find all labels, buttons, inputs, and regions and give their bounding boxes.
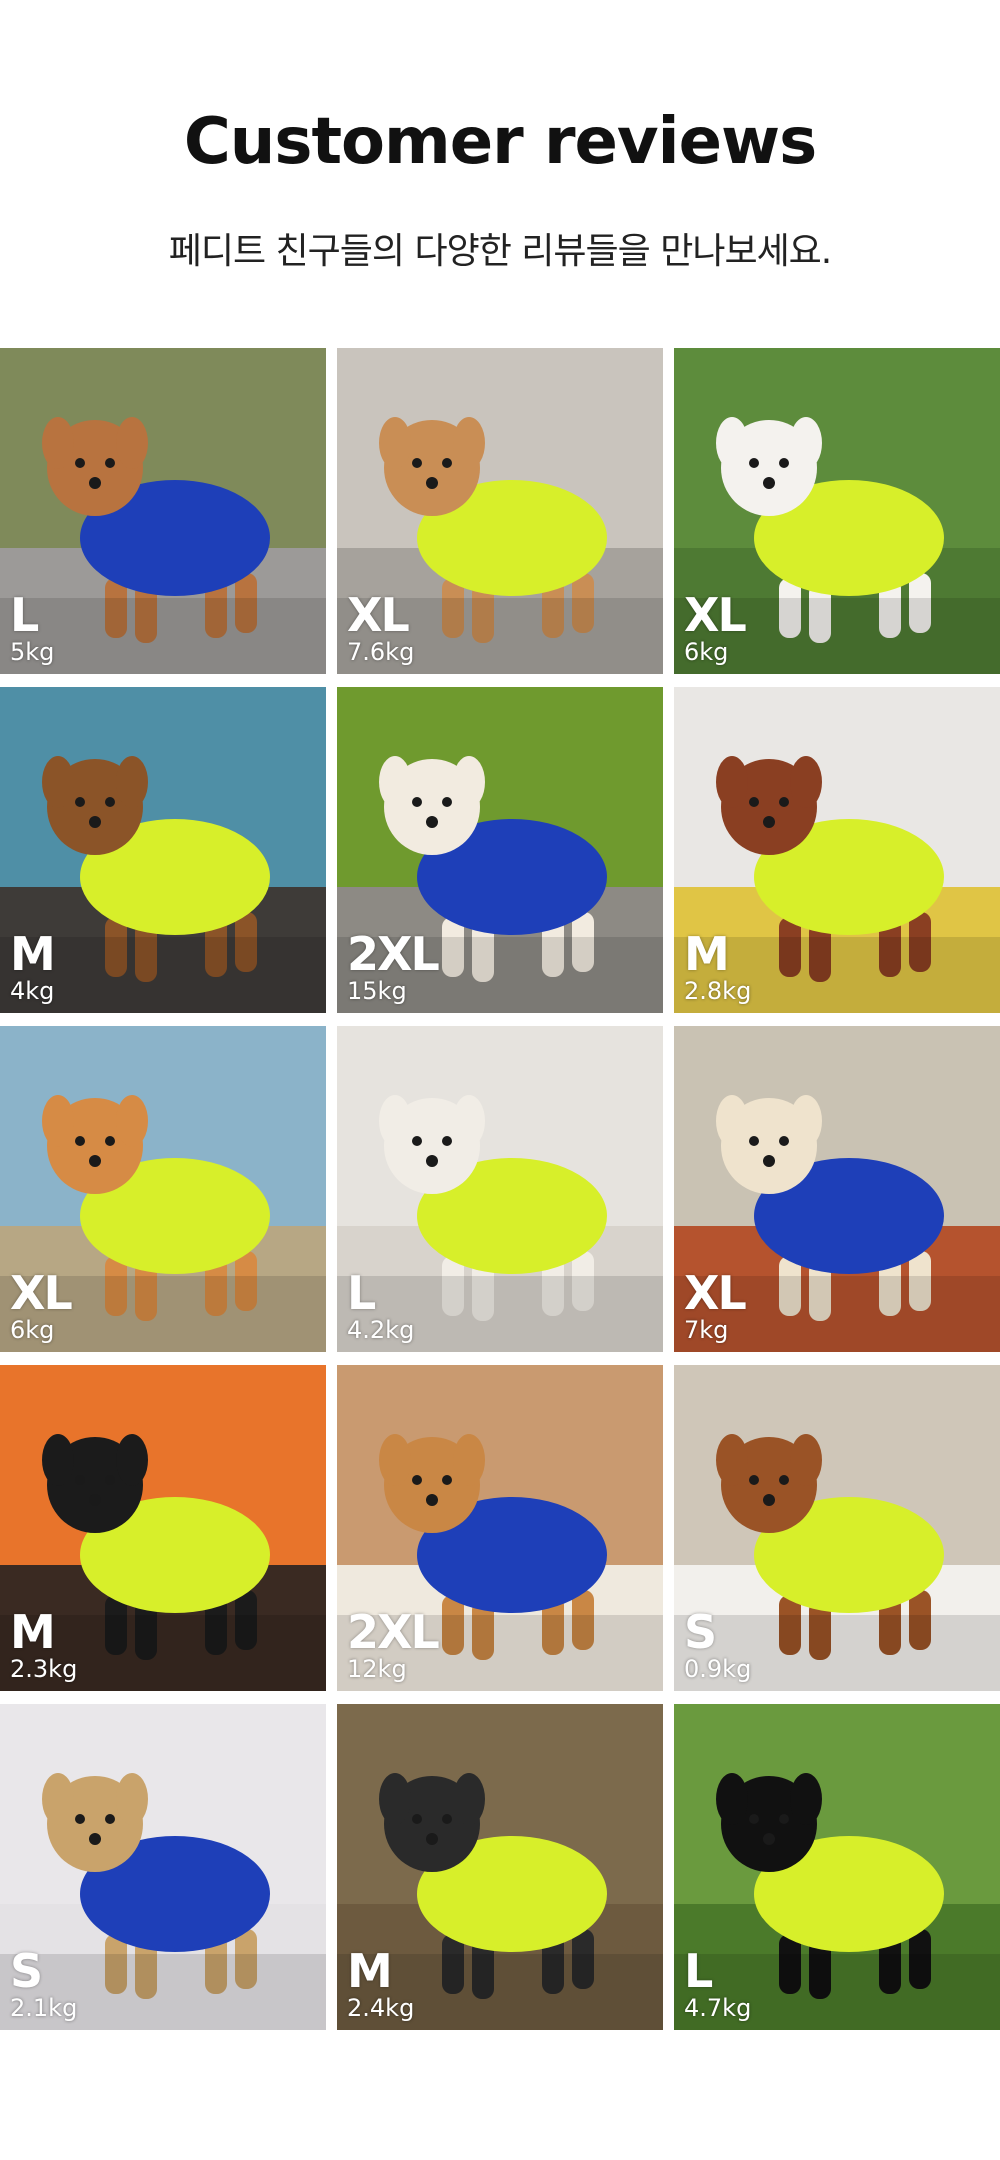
weight-label: 2.8kg <box>684 977 752 1005</box>
dog-photo <box>0 348 326 674</box>
dog-photo <box>674 1704 1000 2030</box>
review-photo-tile[interactable]: S 0.9kg <box>674 1365 1000 1691</box>
review-photo-tile[interactable]: S 2.1kg <box>0 1704 326 2030</box>
weight-label: 5kg <box>10 638 55 666</box>
dog-photo <box>674 1365 1000 1691</box>
weight-label: 4kg <box>10 977 55 1005</box>
page-title: Customer reviews <box>183 105 817 179</box>
weight-label: 2.1kg <box>10 1994 78 2022</box>
size-label: L <box>684 1944 713 1998</box>
review-photo-tile[interactable]: M 4kg <box>0 687 326 1013</box>
size-label: S <box>10 1944 43 1998</box>
size-label: L <box>347 1266 376 1320</box>
dog-photo <box>337 1026 663 1352</box>
weight-label: 7kg <box>684 1316 729 1344</box>
size-label: XL <box>684 1266 747 1320</box>
review-photo-tile[interactable]: M 2.4kg <box>337 1704 663 2030</box>
weight-label: 6kg <box>684 638 729 666</box>
review-photo-tile[interactable]: L 5kg <box>0 348 326 674</box>
weight-label: 0.9kg <box>684 1655 752 1683</box>
weight-label: 4.7kg <box>684 1994 752 2022</box>
weight-label: 2.3kg <box>10 1655 78 1683</box>
weight-label: 4.2kg <box>347 1316 415 1344</box>
weight-label: 15kg <box>347 977 407 1005</box>
weight-label: 7.6kg <box>347 638 415 666</box>
size-label: L <box>10 588 39 642</box>
weight-label: 6kg <box>10 1316 55 1344</box>
weight-label: 2.4kg <box>347 1994 415 2022</box>
review-photo-tile[interactable]: XL 6kg <box>0 1026 326 1352</box>
size-label: 2XL <box>347 1605 440 1659</box>
review-grid: L 5kg XL 7.6kg XL 6kg M 4kg 2XL 15kg M 2.8kg XL 6kg L 4… <box>0 348 1000 2030</box>
size-label: 2XL <box>347 927 440 981</box>
review-photo-tile[interactable]: L 4.7kg <box>674 1704 1000 2030</box>
review-photo-tile[interactable]: 2XL 12kg <box>337 1365 663 1691</box>
review-photo-tile[interactable]: L 4.2kg <box>337 1026 663 1352</box>
weight-label: 12kg <box>347 1655 407 1683</box>
review-page: Customer reviews 페디트 친구들의 다양한 리뷰들을 만나보세요… <box>0 0 1000 2160</box>
size-label: M <box>10 1605 56 1659</box>
size-label: M <box>10 927 56 981</box>
size-label: XL <box>347 588 410 642</box>
review-photo-tile[interactable]: XL 7.6kg <box>337 348 663 674</box>
size-label: XL <box>10 1266 73 1320</box>
review-photo-tile[interactable]: M 2.8kg <box>674 687 1000 1013</box>
size-label: M <box>347 1944 393 1998</box>
size-label: S <box>684 1605 717 1659</box>
size-label: XL <box>684 588 747 642</box>
dog-photo <box>0 1704 326 2030</box>
size-label: M <box>684 927 730 981</box>
review-photo-tile[interactable]: XL 6kg <box>674 348 1000 674</box>
page-subtitle: 페디트 친구들의 다양한 리뷰들을 만나보세요. <box>168 231 833 272</box>
review-photo-tile[interactable]: XL 7kg <box>674 1026 1000 1352</box>
review-photo-tile[interactable]: M 2.3kg <box>0 1365 326 1691</box>
review-photo-tile[interactable]: 2XL 15kg <box>337 687 663 1013</box>
